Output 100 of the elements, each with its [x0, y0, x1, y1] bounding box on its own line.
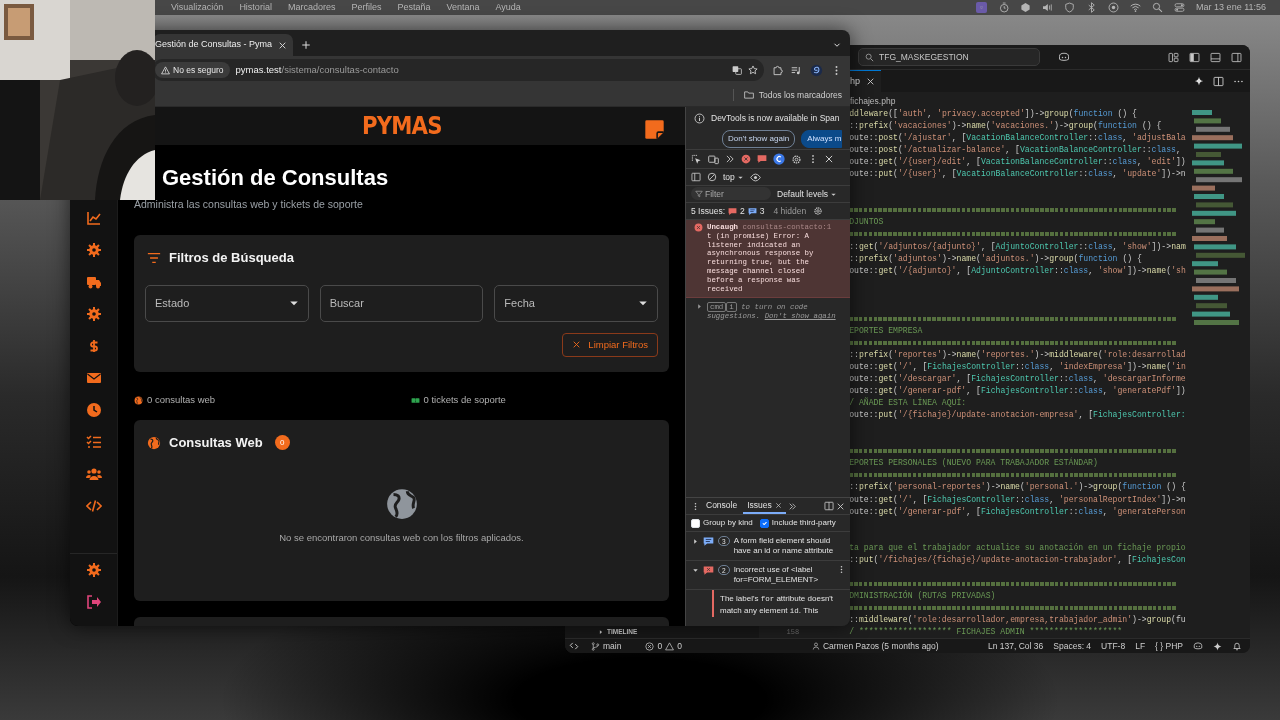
logo[interactable]: PYMAS	[361, 107, 442, 145]
menu-item[interactable]: Pestaña	[397, 0, 431, 15]
media-icon[interactable]	[791, 64, 802, 76]
more-tabs-icon[interactable]	[725, 154, 735, 164]
collapse-arrow-icon[interactable]	[692, 567, 699, 574]
code-line: EPORTES PERSONALES (NUEVO PARA TRABAJADOR ESTÁNDAR)	[849, 457, 1098, 470]
settings-icon[interactable]	[813, 206, 824, 216]
security-chip[interactable]: No es seguro	[155, 61, 230, 79]
issues-label[interactable]: 5 Issues:	[691, 204, 726, 218]
close-icon[interactable]	[774, 501, 782, 509]
puzzle-icon[interactable]	[772, 64, 783, 76]
dock-icon[interactable]	[824, 501, 834, 511]
more-tabs-icon[interactable]	[787, 501, 797, 511]
select-field[interactable]: Fecha	[494, 284, 658, 322]
drawer-tab[interactable]: Issues	[743, 498, 786, 514]
device-icon[interactable]	[708, 153, 719, 165]
settings-icon[interactable]	[791, 153, 802, 165]
note-icon[interactable]	[644, 119, 665, 140]
wifi-icon[interactable]	[1130, 2, 1142, 13]
copilot-icon[interactable]	[1058, 51, 1070, 63]
message-icon[interactable]	[757, 154, 767, 164]
close-icon[interactable]	[836, 501, 845, 511]
search-field[interactable]: Buscar	[319, 284, 484, 322]
cube-icon[interactable]	[1020, 2, 1032, 13]
eol-status[interactable]: LF	[1135, 639, 1146, 653]
browser-tab[interactable]: Gestión de Consultas - Pyma	[153, 34, 293, 56]
context-dropdown[interactable]: top	[723, 170, 744, 184]
clear-filters-button[interactable]: Limpiar Filtros	[562, 332, 658, 357]
always-button[interactable]: Always m	[801, 129, 843, 148]
menu-item[interactable]: Ventana	[446, 0, 480, 15]
menu-item[interactable]: Perfiles	[351, 0, 382, 15]
close-icon[interactable]	[278, 40, 287, 50]
new-tab-icon[interactable]	[301, 40, 311, 50]
indentation-status[interactable]: Spaces: 4	[1053, 639, 1092, 653]
editor-tab[interactable]: hp	[850, 70, 881, 92]
drawer-tab[interactable]: Console	[702, 498, 742, 514]
gear-icon[interactable]	[85, 562, 102, 578]
select-field[interactable]: Estado	[145, 284, 309, 322]
gear-icon[interactable]	[85, 306, 102, 322]
copilot-icon[interactable]	[1193, 641, 1203, 651]
menu-item[interactable]: Visualización	[171, 0, 224, 15]
error-icon[interactable]	[741, 154, 751, 164]
encoding-status[interactable]: UTF-8	[1101, 639, 1126, 653]
search-icon[interactable]	[1152, 2, 1164, 13]
filter-field[interactable]: Filter	[691, 187, 771, 201]
bluetooth-icon[interactable]	[1086, 2, 1098, 13]
users-icon[interactable]	[85, 466, 102, 482]
checkbox-label[interactable]: Group by kind	[703, 517, 753, 529]
problems-status[interactable]: 0 0	[645, 639, 682, 653]
code-icon[interactable]	[85, 498, 102, 514]
menu-item[interactable]: Ayuda	[495, 0, 521, 15]
sparkle-icon[interactable]	[1194, 76, 1204, 86]
layout-icon[interactable]	[1231, 51, 1242, 63]
levels-dropdown[interactable]: Default levels	[777, 187, 838, 201]
target-icon[interactable]	[1108, 2, 1120, 13]
blame-status[interactable]: Carmen Pazos (5 months ago)	[811, 639, 939, 653]
close-icon[interactable]	[866, 77, 875, 86]
checklist-icon[interactable]	[85, 434, 102, 450]
issue-title[interactable]: Incorrect use of <label for=FORM_ELEMENT>	[733, 565, 833, 585]
sidebar-icon[interactable]	[691, 172, 701, 182]
clear-icon[interactable]	[707, 172, 717, 182]
control-center-icon[interactable]	[1174, 2, 1186, 13]
logout-icon[interactable]	[85, 594, 102, 610]
star-icon[interactable]	[748, 65, 758, 75]
shield-icon[interactable]	[1064, 2, 1076, 13]
clock-icon[interactable]	[85, 402, 102, 418]
search-field[interactable]: TFG_MASKEGESTION	[858, 48, 1040, 66]
checkbox-label[interactable]: Include third-party	[771, 517, 836, 529]
sparkle-icon[interactable]	[1213, 641, 1222, 651]
timer-icon[interactable]	[998, 2, 1010, 13]
globe-icon	[384, 487, 419, 522]
language-status[interactable]: { } PHP	[1155, 639, 1183, 653]
layout-icon[interactable]	[1210, 51, 1221, 63]
gear-icon[interactable]	[85, 242, 102, 258]
issue-title[interactable]: A form field element should have an id or name attribute	[733, 536, 846, 556]
chart-icon[interactable]	[85, 210, 102, 226]
split-editor-icon[interactable]	[1213, 75, 1224, 87]
eye-icon[interactable]	[749, 171, 761, 183]
envelope-icon[interactable]	[85, 370, 102, 386]
breadcrumb[interactable]: fichajes.php	[850, 94, 896, 108]
expand-arrow-icon[interactable]	[692, 538, 699, 545]
layout-icon[interactable]	[1168, 51, 1179, 63]
translate-icon[interactable]	[732, 65, 742, 75]
checkbox[interactable]	[759, 518, 769, 528]
branch-status[interactable]: main	[591, 639, 622, 653]
close-icon[interactable]	[824, 154, 834, 164]
remote-icon[interactable]	[569, 641, 579, 651]
bell-icon[interactable]	[1232, 641, 1242, 651]
layout-icon[interactable]	[1189, 51, 1200, 63]
bookmark-folder[interactable]: Todos los marcadores	[732, 88, 842, 102]
cursor-position[interactable]: Ln 137, Col 36	[988, 639, 1044, 653]
address-bar[interactable]: pymas.test/sistema/consultas-contacto	[235, 62, 726, 78]
volume-icon[interactable]	[1042, 2, 1054, 13]
truck-icon[interactable]	[85, 274, 102, 290]
profile-icon[interactable]	[810, 63, 823, 77]
assistant-icon[interactable]	[773, 153, 785, 165]
dismiss-button[interactable]: Don't show again	[722, 129, 796, 148]
menu-item[interactable]: Historial	[239, 0, 272, 15]
inspect-icon[interactable]	[691, 153, 702, 165]
menu-item[interactable]: Marcadores	[287, 0, 336, 15]
